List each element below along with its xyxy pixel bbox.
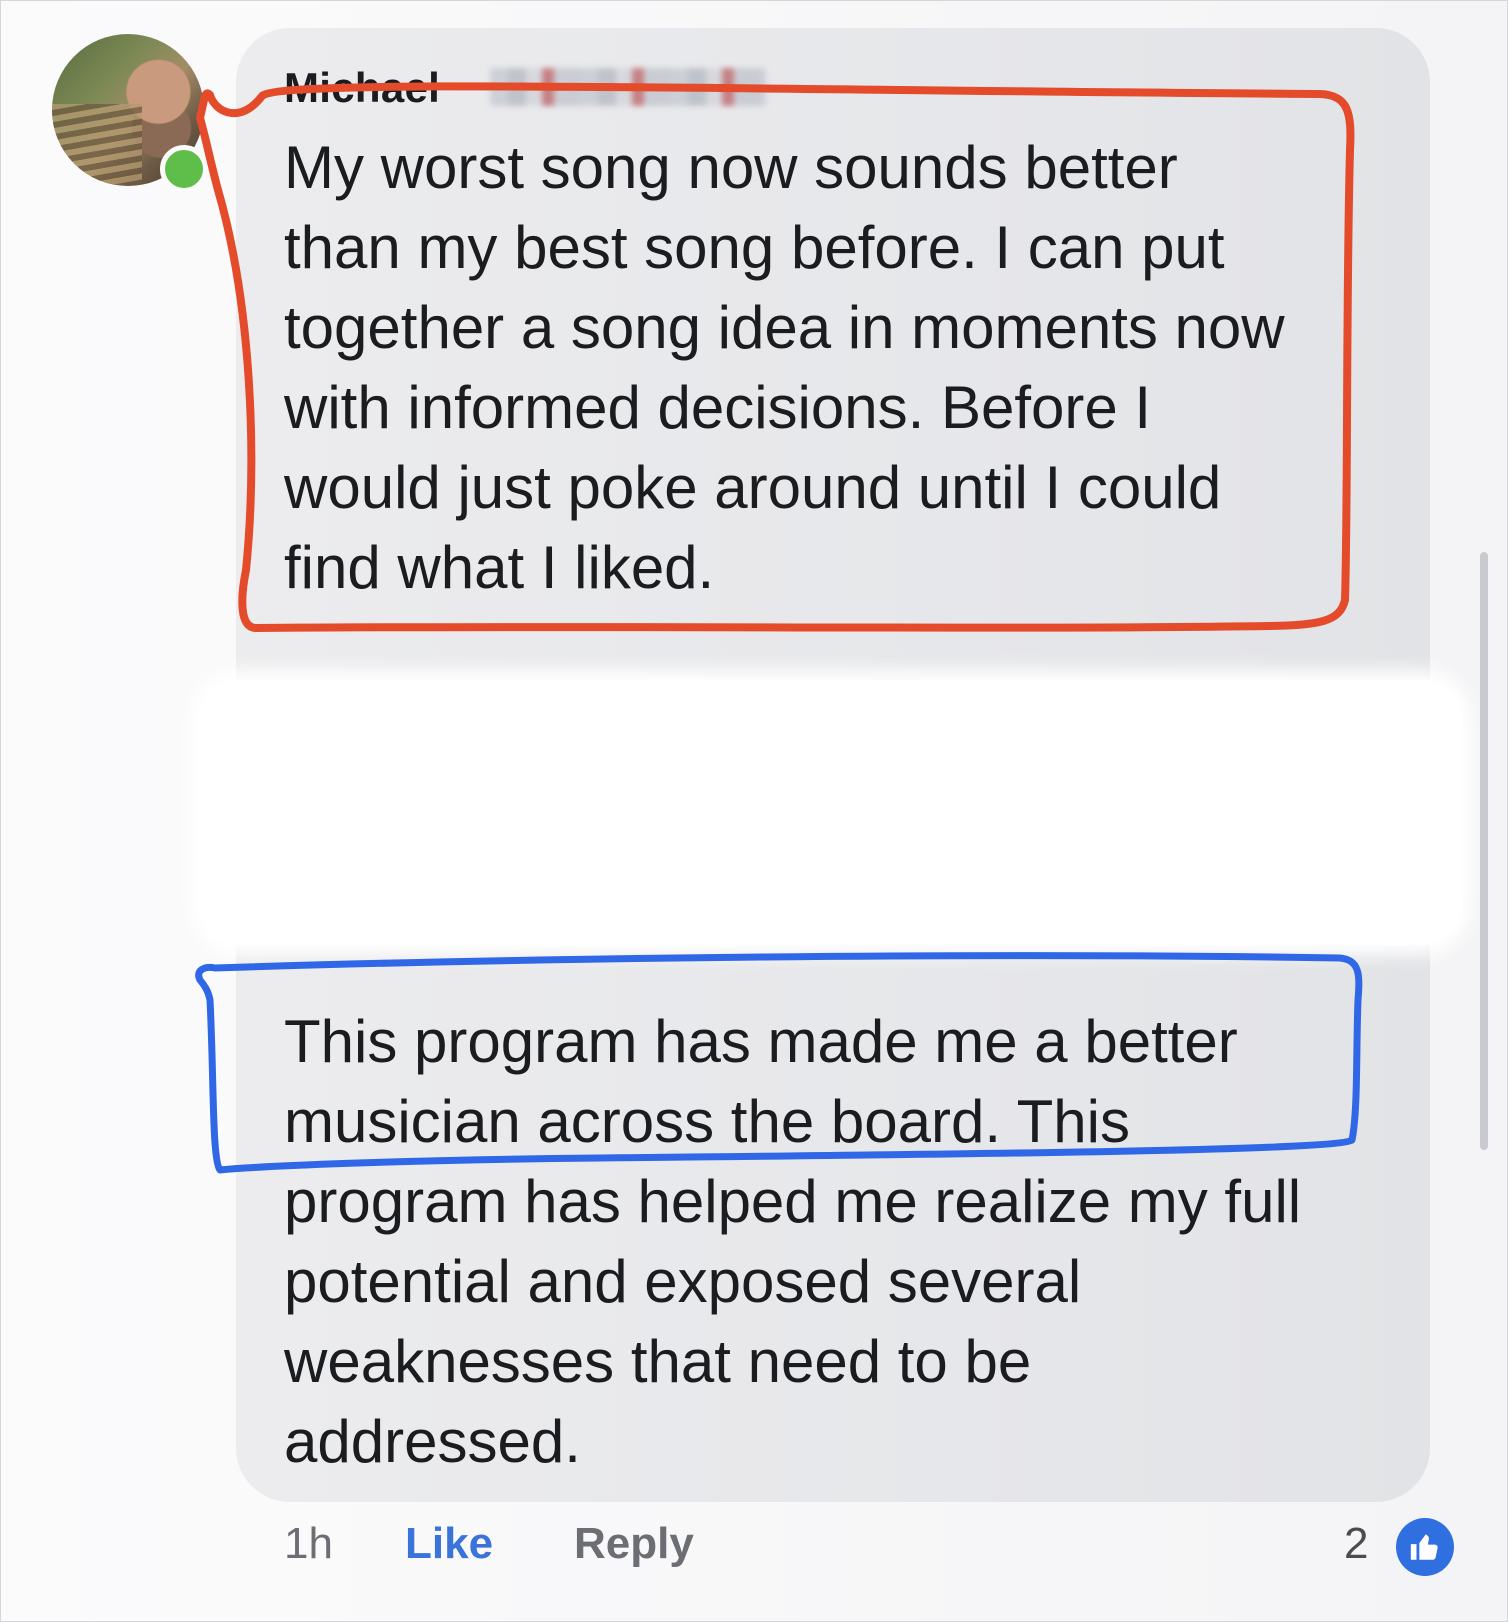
like-reaction-icon[interactable] xyxy=(1396,1518,1454,1576)
thumbs-up-icon xyxy=(1410,1534,1438,1560)
redacted-area xyxy=(200,680,1462,945)
comment-text-part2: This program has made me a better musici… xyxy=(284,1008,1302,1475)
author-name-redaction xyxy=(490,68,766,106)
reaction-count[interactable]: 2 xyxy=(1344,1514,1368,1574)
reply-button[interactable]: Reply xyxy=(574,1514,694,1574)
comment-text-part1: My worst song now sounds better than my … xyxy=(284,134,1285,601)
comment-author[interactable]: Michael xyxy=(284,64,440,112)
scrollbar[interactable] xyxy=(1480,552,1488,1150)
like-button[interactable]: Like xyxy=(405,1514,493,1574)
comment-timestamp: 1h xyxy=(284,1519,333,1568)
online-status-icon xyxy=(160,145,208,193)
avatar-background xyxy=(52,104,142,184)
